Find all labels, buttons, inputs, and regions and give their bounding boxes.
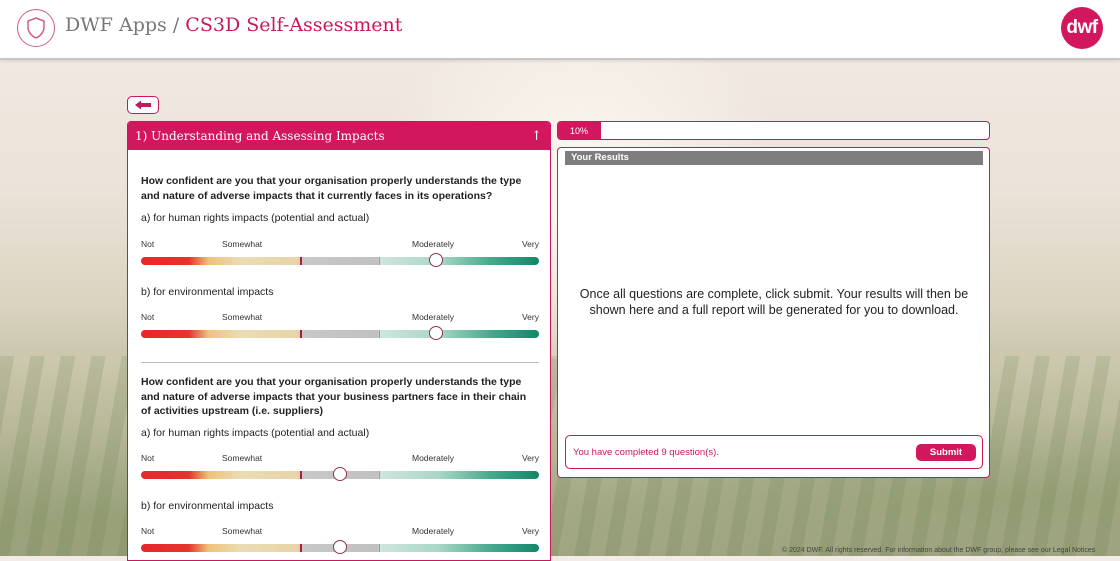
scale-label-very: Very: [521, 312, 539, 322]
question-1b-label: b) for environmental impacts: [141, 286, 274, 298]
app-title: DWF Apps / CS3D Self-Assessment: [65, 14, 402, 36]
question-2a-label: a) for human rights impacts (potential a…: [141, 427, 370, 439]
slider-tick: [300, 471, 302, 479]
slider-tick: [300, 257, 302, 265]
scale-label-somewhat: Somewhat: [222, 239, 263, 249]
slider-tick: [379, 544, 380, 552]
progress-bar: 10%: [557, 121, 990, 140]
arrow-left-icon: [135, 100, 151, 110]
scale-label-not: Not: [141, 312, 155, 322]
scale-label-not: Not: [141, 239, 155, 249]
question-panel: 1) Understanding and Assessing Impacts ↑…: [127, 121, 551, 561]
app-header: DWF Apps / CS3D Self-Assessment dwf: [0, 0, 1120, 60]
section-title: 1) Understanding and Assessing Impacts: [135, 129, 385, 143]
confidence-slider[interactable]: [141, 326, 539, 340]
confidence-slider[interactable]: [141, 467, 539, 481]
question-2-text: How confident are you that your organisa…: [141, 376, 527, 417]
scale-label-moderately: Moderately: [412, 453, 455, 463]
question-1-text: How confident are you that your organisa…: [141, 175, 522, 202]
slider-tick: [300, 544, 302, 552]
scale-labels: Not Somewhat Moderately Very: [141, 453, 539, 465]
scale-label-not: Not: [141, 453, 155, 463]
page-title: CS3D Self-Assessment: [185, 14, 403, 36]
shield-icon-glyph: [27, 17, 45, 39]
section-header[interactable]: 1) Understanding and Assessing Impacts ↑: [128, 122, 550, 150]
shield-icon: [17, 9, 55, 47]
completion-box: You have completed 9 question(s). Submit: [565, 435, 983, 469]
dwf-logo-text: dwf: [1066, 17, 1098, 38]
scale-label-somewhat: Somewhat: [222, 312, 263, 322]
confidence-slider[interactable]: [141, 253, 539, 267]
back-button[interactable]: [127, 96, 159, 114]
progress-label: 10%: [570, 125, 589, 136]
slider-tick: [379, 330, 380, 338]
slider-thumb[interactable]: [428, 326, 443, 340]
scale-label-very: Very: [521, 526, 539, 536]
app-name[interactable]: DWF Apps: [65, 14, 167, 36]
scale-label-very: Very: [521, 453, 539, 463]
question-1a-label: a) for human rights impacts (potential a…: [141, 212, 370, 224]
slider-thumb[interactable]: [333, 467, 347, 481]
scale-label-somewhat: Somewhat: [222, 526, 263, 536]
slider-thumb[interactable]: [333, 540, 347, 554]
title-separator: /: [172, 14, 180, 36]
progress-fill: 10%: [558, 122, 602, 139]
question-divider: [141, 362, 539, 363]
scale-labels: Not Somewhat Moderately Very: [141, 239, 539, 251]
collapse-arrow-icon[interactable]: ↑: [531, 129, 542, 144]
slider-tick: [379, 471, 380, 479]
completed-count-text: You have completed 9 question(s).: [573, 447, 719, 458]
scale-label-very: Very: [521, 239, 539, 249]
scale-labels: Not Somewhat Moderately Very: [141, 312, 539, 324]
confidence-slider[interactable]: [141, 540, 539, 554]
scale-label-moderately: Moderately: [412, 526, 455, 536]
slider-tick: [379, 257, 380, 265]
footer-copyright: © 2024 DWF. All rights reserved. For inf…: [782, 547, 1096, 554]
submit-button[interactable]: Submit: [916, 444, 976, 461]
scale-label-somewhat: Somewhat: [222, 453, 263, 463]
scale-labels: Not Somewhat Moderately Very: [141, 526, 539, 538]
scale-label-moderately: Moderately: [412, 239, 455, 249]
scale-label-moderately: Moderately: [412, 312, 455, 322]
results-title: Your Results: [565, 151, 983, 165]
dwf-logo[interactable]: dwf: [1061, 7, 1103, 49]
slider-thumb[interactable]: [428, 253, 443, 267]
question-2b-label: b) for environmental impacts: [141, 500, 274, 512]
results-message: Once all questions are complete, click s…: [579, 287, 969, 317]
results-panel: Your Results Once all questions are comp…: [557, 147, 990, 478]
slider-tick: [300, 330, 302, 338]
scale-label-not: Not: [141, 526, 155, 536]
